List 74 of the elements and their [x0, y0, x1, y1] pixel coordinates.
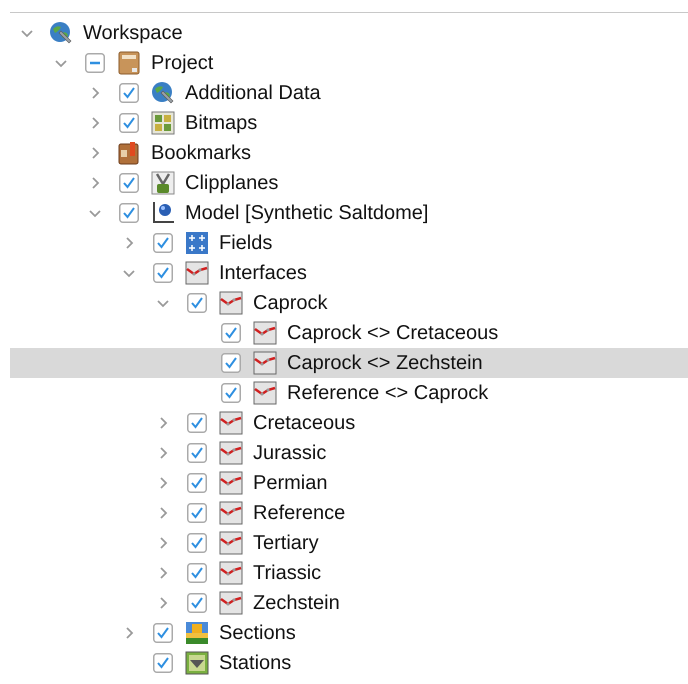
checkbox[interactable]: [187, 593, 207, 613]
checkbox[interactable]: [119, 113, 139, 133]
clip-icon: [151, 171, 175, 195]
item-label: Workspace: [83, 22, 183, 44]
tree-item[interactable]: Cretaceous: [10, 408, 688, 438]
checkbox[interactable]: [187, 563, 207, 583]
grid-arrows-icon: [185, 231, 209, 255]
checkbox[interactable]: [153, 623, 173, 643]
item-label: Model [Synthetic Saltdome]: [185, 202, 428, 224]
tree-item[interactable]: Fields: [10, 228, 688, 258]
item-label: Caprock <> Cretaceous: [287, 322, 498, 344]
tree-item[interactable]: Reference <> Caprock: [10, 378, 688, 408]
book-icon: [117, 141, 141, 165]
tree-item[interactable]: Permian: [10, 468, 688, 498]
item-label: Cretaceous: [253, 412, 356, 434]
tree-item[interactable]: Triassic: [10, 558, 688, 588]
item-label: Interfaces: [219, 262, 307, 284]
tree-item[interactable]: Zechstein: [10, 588, 688, 618]
checkbox[interactable]: [187, 503, 207, 523]
item-label: Fields: [219, 232, 272, 254]
item-label: Zechstein: [253, 592, 340, 614]
checkbox[interactable]: [119, 203, 139, 223]
checkbox[interactable]: [153, 653, 173, 673]
checkbox[interactable]: [187, 413, 207, 433]
tree-item[interactable]: Interfaces: [10, 258, 688, 288]
item-label: Permian: [253, 472, 328, 494]
checkbox[interactable]: [187, 293, 207, 313]
checkbox[interactable]: [85, 53, 105, 73]
tree-item[interactable]: Clipplanes: [10, 168, 688, 198]
tree-item[interactable]: Project: [10, 48, 688, 78]
tree-item[interactable]: Tertiary: [10, 528, 688, 558]
item-label: Bitmaps: [185, 112, 258, 134]
checkbox[interactable]: [221, 323, 241, 343]
checkbox[interactable]: [153, 263, 173, 283]
checkbox[interactable]: [187, 473, 207, 493]
item-label: Project: [151, 52, 214, 74]
item-label: Caprock: [253, 292, 328, 314]
tree-item[interactable]: Stations: [10, 648, 688, 678]
tree-item[interactable]: Sections: [10, 618, 688, 648]
item-label: Sections: [219, 622, 296, 644]
box-icon: [117, 51, 141, 75]
tree-item[interactable]: Jurassic: [10, 438, 688, 468]
checkbox[interactable]: [221, 383, 241, 403]
item-label: Bookmarks: [151, 142, 252, 164]
item-label: Stations: [219, 652, 292, 674]
checkbox[interactable]: [119, 83, 139, 103]
item-label: Caprock <> Zechstein: [287, 352, 483, 374]
tree-item[interactable]: Bitmaps: [10, 108, 688, 138]
item-label: Tertiary: [253, 532, 319, 554]
tree-item[interactable]: Workspace: [10, 18, 688, 48]
tree-item[interactable]: Caprock: [10, 288, 688, 318]
map-marker-icon: [185, 651, 209, 675]
item-label: Additional Data: [185, 82, 321, 104]
section-icon: [185, 621, 209, 645]
item-label: Clipplanes: [185, 172, 278, 194]
item-label: Triassic: [253, 562, 322, 584]
tree-item[interactable]: Bookmarks: [10, 138, 688, 168]
item-label: Jurassic: [253, 442, 326, 464]
item-label: Reference <> Caprock: [287, 382, 488, 404]
checkbox[interactable]: [119, 173, 139, 193]
globe-wrench-icon: [49, 21, 73, 45]
checkbox[interactable]: [187, 533, 207, 553]
tree-item[interactable]: Reference: [10, 498, 688, 528]
tree-item[interactable]: Caprock <> Zechstein: [10, 348, 688, 378]
item-label: Reference: [253, 502, 346, 524]
tree-item[interactable]: Additional Data: [10, 78, 688, 108]
tree-item[interactable]: Caprock <> Cretaceous: [10, 318, 688, 348]
axes-sphere-icon: [151, 201, 175, 225]
tree-item[interactable]: Model [Synthetic Saltdome]: [10, 198, 688, 228]
binary-grid-icon: [151, 111, 175, 135]
checkbox[interactable]: [187, 443, 207, 463]
checkbox[interactable]: [221, 353, 241, 373]
globe-wrench-icon: [151, 81, 175, 105]
checkbox[interactable]: [153, 233, 173, 253]
